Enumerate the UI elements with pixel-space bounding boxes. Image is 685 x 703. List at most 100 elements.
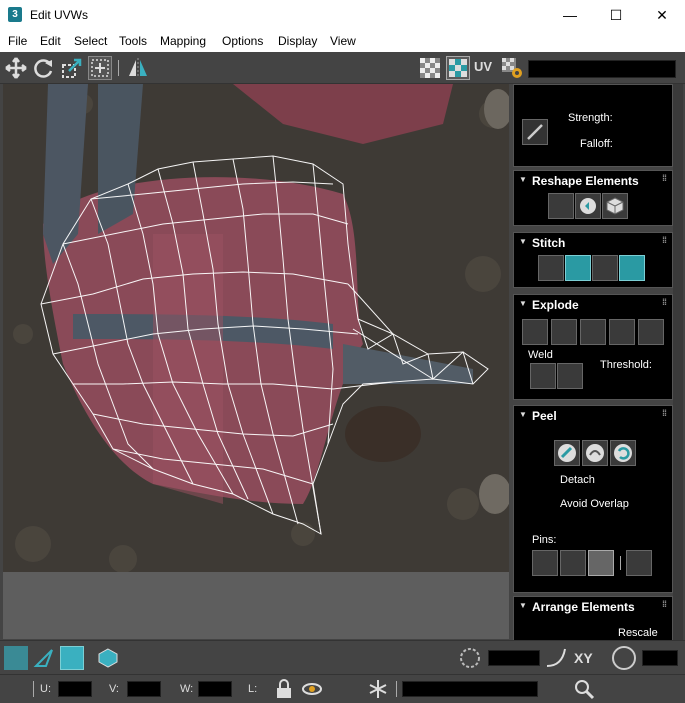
lock-icon[interactable] xyxy=(272,677,296,701)
edge-select-icon[interactable] xyxy=(336,646,360,670)
stitch-header[interactable]: ▼ Stitch ⁞⁞ xyxy=(514,233,672,253)
transform-mode-icon[interactable] xyxy=(4,677,28,701)
freeform-icon[interactable] xyxy=(88,56,112,80)
drag-grip-icon[interactable]: ⁞⁞ xyxy=(662,235,667,245)
threshold-label: Threshold: xyxy=(600,359,652,371)
drag-grip-icon[interactable]: ⁞⁞ xyxy=(662,173,667,183)
panel-scrollbar[interactable] xyxy=(673,84,683,640)
falloff-distance-field[interactable] xyxy=(488,650,540,666)
reset-peel-icon[interactable] xyxy=(610,440,636,466)
weld-all-icon[interactable] xyxy=(557,363,583,389)
shrink-selection-icon[interactable] xyxy=(162,646,186,670)
ring-grow-icon[interactable] xyxy=(222,646,246,670)
drag-grip-icon[interactable]: ⁞⁞ xyxy=(662,297,667,307)
quick-peel-icon[interactable] xyxy=(554,440,580,466)
weld-selected-icon[interactable] xyxy=(530,363,556,389)
select-edge-icon[interactable] xyxy=(32,646,56,670)
falloff-curve-icon[interactable] xyxy=(544,646,568,670)
stitch-custom-icon[interactable] xyxy=(538,255,564,281)
peel-header[interactable]: ▼ Peel ⁞⁞ xyxy=(514,406,672,426)
move-icon[interactable] xyxy=(4,56,28,80)
pin-select-icon[interactable] xyxy=(626,550,652,576)
brush-tool-icon[interactable] xyxy=(522,119,548,145)
loop-icon[interactable] xyxy=(194,646,218,670)
explode-sphere-icon[interactable] xyxy=(609,319,635,345)
checker-icon[interactable] xyxy=(418,56,442,80)
avoid-overlap-option[interactable]: Avoid Overlap xyxy=(560,498,629,510)
menu-options[interactable]: Options xyxy=(222,34,263,48)
hide-icon[interactable] xyxy=(300,677,324,701)
strength-label: Strength: xyxy=(568,112,613,124)
grow-selection-icon[interactable] xyxy=(134,646,158,670)
straighten-icon[interactable] xyxy=(548,193,574,219)
map-channel-field[interactable] xyxy=(642,650,678,666)
menu-view[interactable]: View xyxy=(330,34,356,48)
peel-title: Peel xyxy=(532,409,557,423)
w-field[interactable] xyxy=(198,681,232,697)
u-field[interactable] xyxy=(58,681,92,697)
rotate-icon[interactable] xyxy=(32,56,56,80)
menu-edit[interactable]: Edit xyxy=(40,34,61,48)
stitch-average-icon[interactable] xyxy=(592,255,618,281)
close-button[interactable]: ✕ xyxy=(639,0,685,30)
texture-checker-icon[interactable] xyxy=(446,56,470,80)
menu-mapping[interactable]: Mapping xyxy=(160,34,206,48)
paint-select-icon[interactable] xyxy=(362,646,386,670)
cube-reshape-icon[interactable] xyxy=(602,193,628,219)
arrange-elements-header[interactable]: ▼ Arrange Elements ⁞⁞ xyxy=(514,597,672,617)
paint-shrink-icon[interactable] xyxy=(416,646,440,670)
pin-remove-icon[interactable] xyxy=(560,550,586,576)
explode-sheet-icon[interactable] xyxy=(638,319,664,345)
pan-hand-icon[interactable] xyxy=(544,677,568,701)
minimize-button[interactable]: — xyxy=(547,0,593,30)
drag-grip-icon[interactable]: ⁞⁞ xyxy=(662,599,667,609)
texture-dropdown[interactable] xyxy=(528,60,676,78)
v-field[interactable] xyxy=(127,681,161,697)
paint-grow-icon[interactable] xyxy=(390,646,414,670)
ring-uv-icon[interactable] xyxy=(308,646,332,670)
freeze-icon[interactable] xyxy=(366,677,390,701)
loop-uv-icon[interactable] xyxy=(280,646,304,670)
settings-icon[interactable] xyxy=(500,56,524,80)
zoom-icon[interactable] xyxy=(572,677,596,701)
relax-icon[interactable] xyxy=(575,193,601,219)
stitch-to-target-icon[interactable] xyxy=(565,255,591,281)
detach-edge-icon[interactable] xyxy=(551,319,577,345)
reshape-elements-header[interactable]: ▼ Reshape Elements ⁞⁞ xyxy=(514,171,672,191)
filter-dropdown[interactable] xyxy=(402,681,538,697)
detach-option[interactable]: Detach xyxy=(560,474,595,486)
menu-select[interactable]: Select xyxy=(74,34,107,48)
collapse-arrow-icon: ▼ xyxy=(519,601,527,610)
unhide-icon[interactable] xyxy=(336,677,360,701)
uv-viewport[interactable] xyxy=(3,84,509,639)
break-icon[interactable] xyxy=(522,319,548,345)
menu-file[interactable]: File xyxy=(8,34,27,48)
zoom-extents-icon[interactable] xyxy=(628,677,652,701)
reshape-elements-title: Reshape Elements xyxy=(532,174,639,188)
peel-mode-icon[interactable] xyxy=(582,440,608,466)
xy-label[interactable]: XY xyxy=(574,650,593,666)
maximize-button[interactable]: ☐ xyxy=(593,0,639,30)
explode-header[interactable]: ▼ Explode ⁞⁞ xyxy=(514,295,672,315)
texture-map-icon[interactable] xyxy=(612,646,636,670)
pin-add-icon[interactable] xyxy=(532,550,558,576)
zoom-region-icon[interactable] xyxy=(600,677,624,701)
stitch-to-source-icon[interactable] xyxy=(619,255,645,281)
ring-shrink-icon[interactable] xyxy=(248,646,272,670)
weld-label: Weld xyxy=(528,349,553,361)
drag-grip-icon[interactable]: ⁞⁞ xyxy=(662,408,667,418)
soft-selection-icon[interactable] xyxy=(458,646,482,670)
rescale-option[interactable]: Rescale xyxy=(618,627,658,639)
flatten-icon[interactable] xyxy=(580,319,606,345)
pin-auto-icon[interactable] xyxy=(588,550,614,576)
select-face-icon[interactable] xyxy=(60,646,84,670)
scale-icon[interactable] xyxy=(60,56,84,80)
zoom-selected-icon[interactable] xyxy=(656,677,680,701)
select-vertex-icon[interactable] xyxy=(4,646,28,670)
collapse-arrow-icon: ▼ xyxy=(519,175,527,184)
menu-tools[interactable]: Tools xyxy=(119,34,147,48)
select-element-icon[interactable] xyxy=(96,646,120,670)
uv-label[interactable]: UV xyxy=(474,59,492,74)
menu-display[interactable]: Display xyxy=(278,34,317,48)
mirror-icon[interactable] xyxy=(126,56,150,80)
